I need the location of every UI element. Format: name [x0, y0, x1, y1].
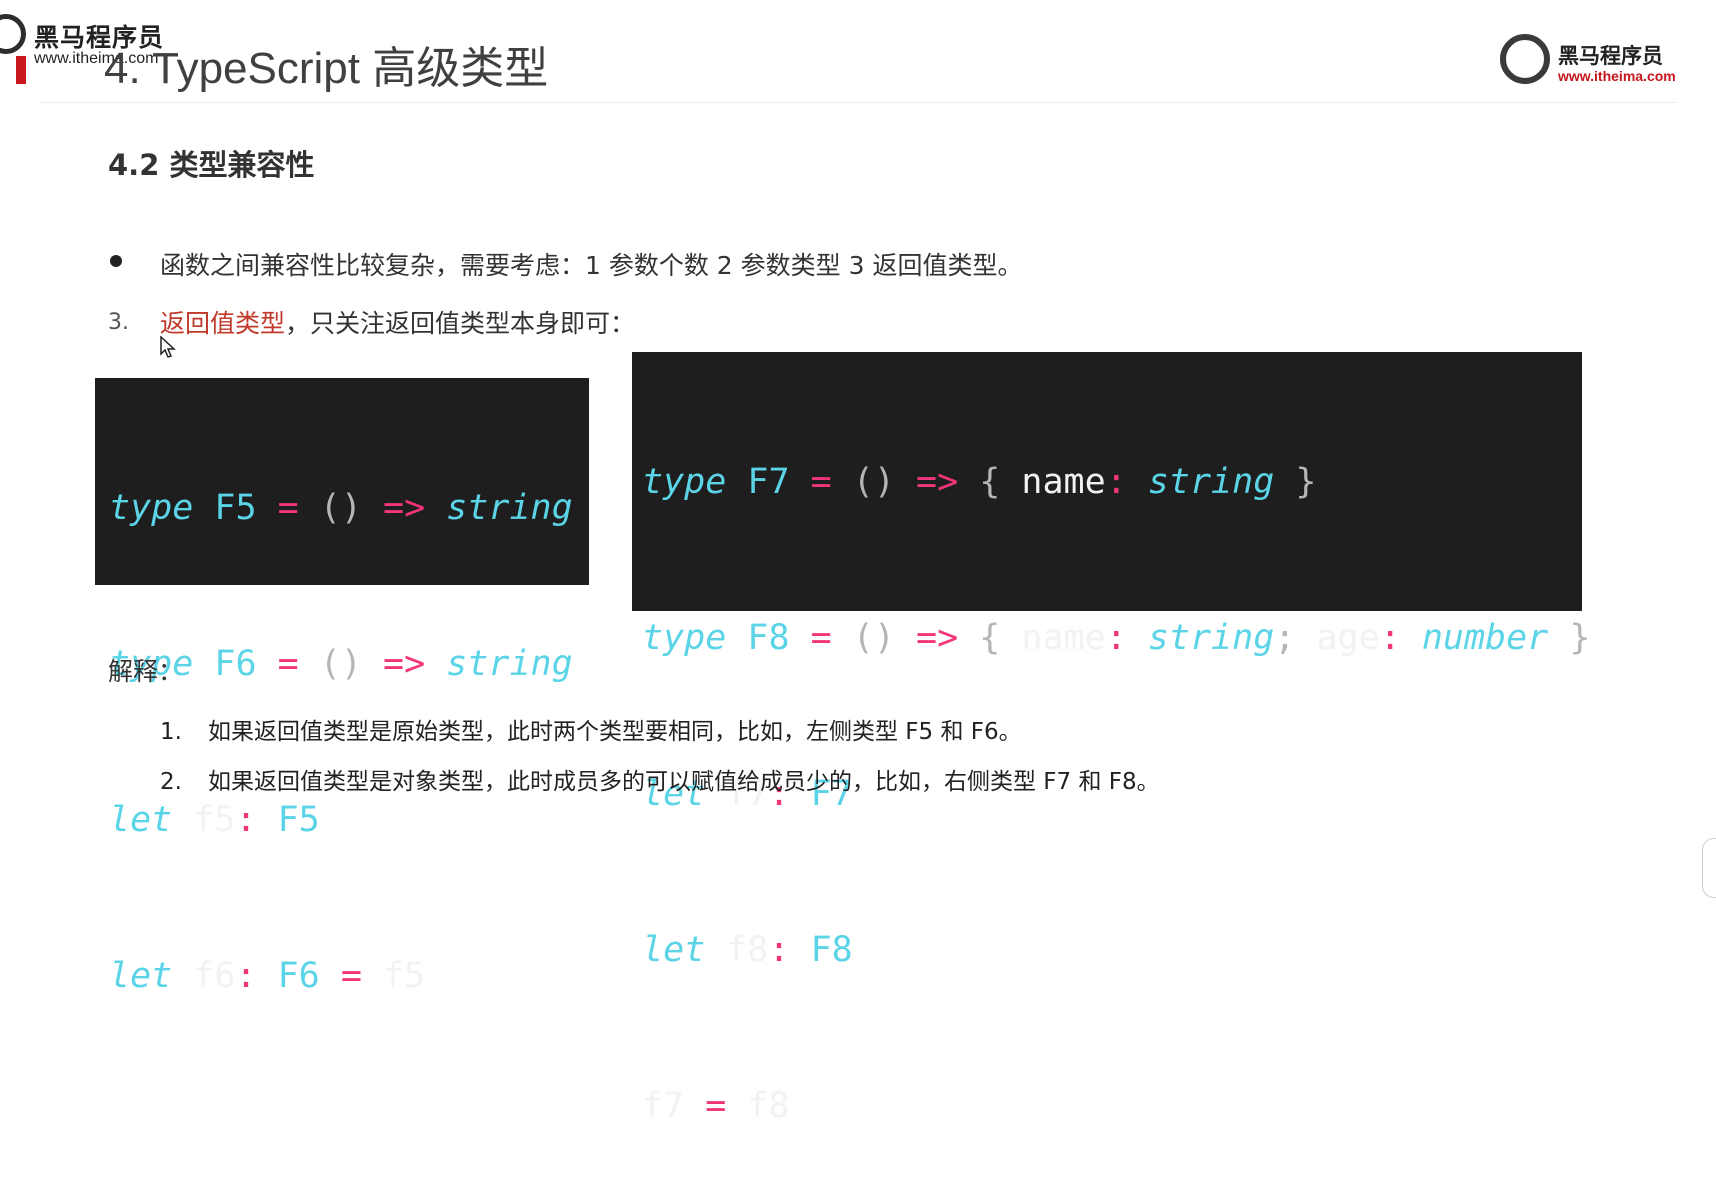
type-name: F6: [277, 956, 320, 996]
operator: =: [705, 1086, 727, 1126]
operator: =: [810, 618, 832, 658]
code-block-right: type F7 = () => { name: string } type F8…: [632, 352, 1590, 1126]
type-name: F8: [747, 618, 790, 658]
operator: :: [768, 930, 790, 970]
keyword: type: [642, 462, 727, 502]
code-line: type F8 = () => { name: string; age: num…: [642, 612, 1590, 664]
operator: =: [277, 488, 299, 528]
highlight-text: 返回值类型: [160, 309, 286, 338]
keyword: string: [446, 488, 573, 528]
code-line: let f6: F6 = f5: [109, 950, 589, 1002]
punctuation: (): [852, 618, 895, 658]
identifier: f8: [747, 1086, 790, 1126]
code-line: type F5 = () => string: [109, 482, 589, 534]
brand-url: www.itheima.com: [1558, 68, 1676, 84]
explanation-number: 1.: [160, 719, 182, 745]
operator: :: [1379, 618, 1401, 658]
title-divider: [40, 102, 1676, 103]
punctuation: (): [319, 488, 362, 528]
type-name: F6: [214, 644, 257, 684]
side-panel-handle[interactable]: [1702, 838, 1716, 898]
code-block-left: type F5 = () => string type F6 = () => s…: [95, 378, 589, 996]
operator: :: [235, 956, 257, 996]
operator: =: [340, 956, 362, 996]
bullet-icon: [110, 255, 122, 267]
keyword: string: [1147, 462, 1275, 502]
code-line: type F7 = () => { name: string }: [642, 456, 1582, 508]
brand-logo: 黑马程序员 www.itheima.com: [1500, 32, 1680, 92]
brand-name: 黑马程序员: [1558, 44, 1663, 68]
item-text: ，只关注返回值类型本身即可：: [285, 309, 636, 338]
section-heading: 4.2 类型兼容性: [108, 148, 315, 182]
identifier: name: [1021, 462, 1106, 502]
punctuation: (): [852, 462, 895, 502]
punctuation: (): [319, 644, 362, 684]
explanation-number: 2.: [160, 769, 182, 795]
explanation-text: 如果返回值类型是原始类型，此时两个类型要相同，比如，左侧类型 F5 和 F6。: [208, 719, 1022, 745]
keyword: string: [446, 644, 573, 684]
identifier: f5: [383, 956, 426, 996]
keyword: let: [642, 930, 706, 970]
type-name: F8: [810, 930, 853, 970]
keyword: number: [1421, 618, 1549, 658]
identifier: f6: [193, 956, 236, 996]
type-name: F7: [747, 462, 790, 502]
operator: :: [1105, 462, 1127, 502]
operator: :: [235, 800, 257, 840]
mouse-cursor-icon: [160, 336, 176, 358]
operator: =>: [383, 644, 426, 684]
code-line: let f5: F5: [109, 794, 589, 846]
explanation-text: 如果返回值类型是对象类型，此时成员多的可以赋值给成员少的，比如，右侧类型 F7 …: [208, 769, 1160, 795]
explain-label: 解释：: [108, 657, 184, 686]
identifier: f5: [193, 800, 236, 840]
watermark-red-bar: [16, 56, 26, 84]
punctuation: {: [979, 618, 1001, 658]
keyword: type: [109, 488, 194, 528]
keyword: let: [109, 800, 173, 840]
explanation-item: 2. 如果返回值类型是对象类型，此时成员多的可以赋值给成员少的，比如，右侧类型 F…: [160, 762, 1160, 796]
horse-logo-icon: [1500, 34, 1550, 84]
operator: =>: [383, 488, 426, 528]
punctuation: ;: [1274, 618, 1296, 658]
identifier: f7: [642, 1086, 685, 1126]
punctuation: {: [979, 462, 1001, 502]
list-item-return-type: 返回值类型，只关注返回值类型本身即可：: [160, 304, 635, 340]
bullet-text: 函数之间兼容性比较复杂，需要考虑：1 参数个数 2 参数类型 3 返回值类型。: [160, 251, 1023, 280]
keyword: let: [109, 956, 173, 996]
list-number: 3.: [108, 310, 129, 335]
punctuation: }: [1295, 462, 1317, 502]
page-title: 4. TypeScript 高级类型: [104, 44, 549, 93]
operator: =>: [916, 618, 959, 658]
operator: =>: [916, 462, 959, 502]
identifier: f8: [726, 930, 769, 970]
type-name: F5: [277, 800, 320, 840]
code-line: let f8: F8: [642, 924, 1582, 976]
watermark-horse-icon: [0, 14, 26, 54]
keyword: string: [1147, 618, 1275, 658]
explanation-item: 1. 如果返回值类型是原始类型，此时两个类型要相同，比如，左侧类型 F5 和 F6…: [160, 712, 1022, 746]
keyword: type: [642, 618, 727, 658]
operator: =: [810, 462, 832, 502]
punctuation: }: [1569, 618, 1591, 658]
type-name: F5: [214, 488, 257, 528]
operator: =: [277, 644, 299, 684]
code-line: f7 = f8: [642, 1080, 1582, 1132]
identifier: age: [1316, 618, 1380, 658]
identifier: name: [1021, 618, 1106, 658]
operator: :: [1105, 618, 1127, 658]
